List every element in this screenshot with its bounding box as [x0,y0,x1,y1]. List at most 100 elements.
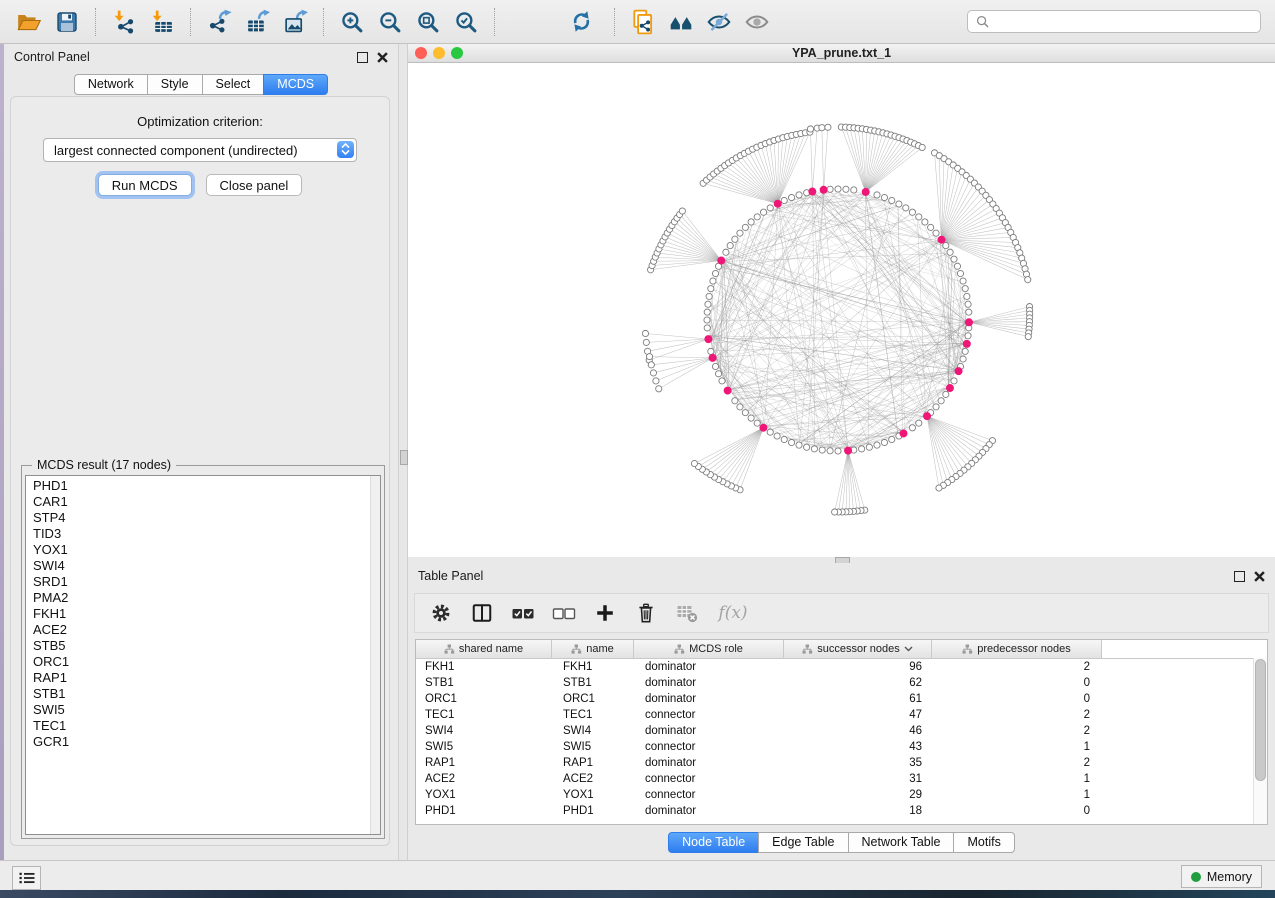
network-node[interactable] [916,214,922,220]
tab-mcds[interactable]: MCDS [263,74,328,95]
network-leaf-node[interactable] [825,124,831,130]
mcds-node[interactable] [938,236,946,244]
network-node[interactable] [960,356,966,362]
network-leaf-node[interactable] [646,354,652,360]
mcds-result-item[interactable]: SRD1 [33,574,380,590]
network-node[interactable] [866,444,872,450]
network-node[interactable] [708,286,714,292]
tab-node-table[interactable]: Node Table [668,832,759,853]
table-cell[interactable]: SWI4 [416,725,552,737]
network-leaf-node[interactable] [642,330,648,336]
network-node[interactable] [788,439,794,445]
table-settings-button[interactable] [429,601,453,625]
network-node[interactable] [788,194,794,200]
network-node[interactable] [960,278,966,284]
table-cell[interactable]: dominator [634,757,784,769]
tab-edge-table[interactable]: Edge Table [758,832,848,853]
table-cell[interactable]: 47 [784,709,932,721]
column-header-predecessor-nodes[interactable]: predecessor nodes [932,640,1102,658]
float-panel-button[interactable] [1234,571,1245,582]
network-node[interactable] [781,197,787,203]
network-leaf-node[interactable] [1025,277,1031,283]
close-panel-button[interactable] [1254,571,1265,582]
network-node[interactable] [704,325,710,331]
network-node[interactable] [704,309,710,315]
table-cell[interactable]: ACE2 [416,773,552,785]
network-canvas[interactable] [408,63,1275,557]
network-node[interactable] [732,398,738,404]
mcds-result-item[interactable]: FKH1 [33,606,380,622]
close-panel-button-mcds[interactable]: Close panel [206,174,303,196]
network-node[interactable] [933,230,939,236]
column-header-shared-name[interactable]: shared name [416,640,552,658]
zoom-selected-button[interactable] [451,6,481,38]
network-node[interactable] [804,444,810,450]
table-row[interactable]: YOX1YOX1connector291 [416,787,1267,803]
table-cell[interactable]: connector [634,709,784,721]
table-cell[interactable]: dominator [634,725,784,737]
network-node[interactable] [881,194,887,200]
mcds-result-item[interactable]: SWI4 [33,558,380,574]
table-cell[interactable]: 43 [784,741,932,753]
network-node[interactable] [964,293,970,299]
deselect-all-button[interactable] [552,601,576,625]
network-node[interactable] [727,242,733,248]
table-cell[interactable]: dominator [634,677,784,689]
mcds-node[interactable] [844,447,852,455]
mcds-result-item[interactable]: SWI5 [33,702,380,718]
network-node[interactable] [811,446,817,452]
table-cell[interactable]: 2 [932,757,1102,769]
network-node[interactable] [742,224,748,230]
mcds-node[interactable] [759,424,767,432]
mcds-result-item[interactable]: TEC1 [33,718,380,734]
add-column-button[interactable] [593,601,617,625]
network-node[interactable] [708,348,714,354]
mcds-result-item[interactable]: STB5 [33,638,380,654]
function-builder-button[interactable]: f(x) [716,601,750,625]
network-node[interactable] [710,278,716,284]
network-node[interactable] [933,404,939,410]
import-network-button[interactable] [109,6,139,38]
mcds-node[interactable] [946,384,954,392]
table-cell[interactable]: ORC1 [416,693,552,705]
mcds-node[interactable] [862,188,870,196]
table-cell[interactable]: PHD1 [552,805,634,817]
network-node[interactable] [909,425,915,431]
network-node[interactable] [704,317,710,323]
network-node[interactable] [706,293,712,299]
table-cell[interactable]: TEC1 [552,709,634,721]
table-row[interactable]: RAP1RAP1dominator352 [416,755,1267,771]
export-table-button[interactable] [242,6,272,38]
table-cell[interactable]: 1 [932,789,1102,801]
tab-network-table[interactable]: Network Table [848,832,955,853]
mcds-node[interactable] [724,387,732,395]
mcds-result-item[interactable]: CAR1 [33,494,380,510]
table-cell[interactable]: 61 [784,693,932,705]
network-node[interactable] [889,436,895,442]
network-node[interactable] [951,256,957,262]
table-cell[interactable]: STB1 [416,677,552,689]
network-node[interactable] [767,205,773,211]
network-node[interactable] [705,301,711,307]
network-leaf-node[interactable] [832,509,838,515]
table-cell[interactable]: RAP1 [552,757,634,769]
table-cell[interactable]: SWI4 [552,725,634,737]
hide-selected-button[interactable] [704,6,734,38]
network-node[interactable] [943,391,949,397]
export-image-button[interactable] [280,6,310,38]
network-node[interactable] [954,263,960,269]
table-row[interactable]: SWI4SWI4dominator462 [416,723,1267,739]
table-scrollbar[interactable] [1253,658,1267,824]
tab-network[interactable]: Network [74,74,148,95]
network-node[interactable] [774,433,780,439]
scrollbar-thumb[interactable] [1255,659,1266,781]
mcds-result-item[interactable]: ACE2 [33,622,380,638]
network-leaf-node[interactable] [679,208,685,214]
network-node[interactable] [943,242,949,248]
table-row[interactable]: PHD1PHD1dominator180 [416,803,1267,819]
mcds-node[interactable] [900,429,908,437]
vertical-splitter[interactable] [398,44,408,860]
mcds-result-list[interactable]: PHD1CAR1STP4TID3YOX1SWI4SRD1PMA2FKH1ACE2… [25,475,381,835]
criterion-dropdown[interactable]: largest connected component (undirected) [43,138,357,162]
mcds-node[interactable] [704,335,712,343]
